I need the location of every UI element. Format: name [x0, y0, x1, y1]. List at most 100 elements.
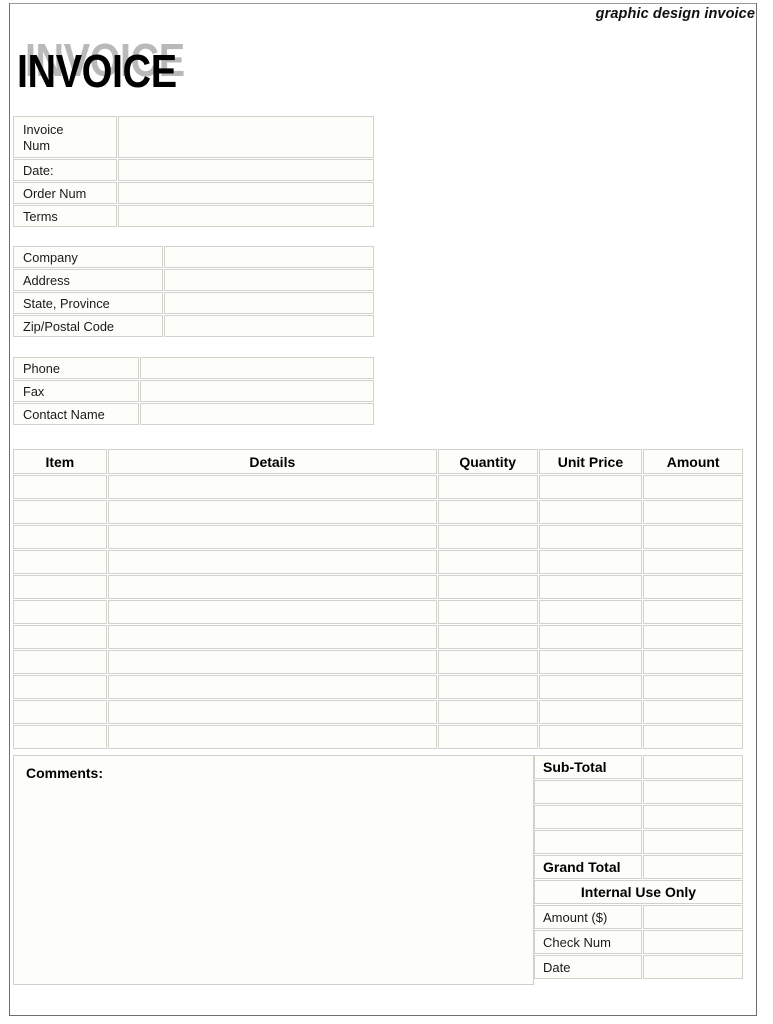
line-item-quantity-cell[interactable]: [437, 725, 538, 749]
line-item-amount-cell[interactable]: [643, 625, 744, 649]
line-item-amount-cell[interactable]: [643, 600, 744, 624]
line-item-unit-price-cell[interactable]: [538, 725, 643, 749]
line-item-amount-cell[interactable]: [643, 475, 744, 499]
line-item-quantity-cell[interactable]: [437, 650, 538, 674]
totals-row: Sub-Total: [534, 755, 744, 780]
line-item-unit-price-cell[interactable]: [538, 475, 643, 499]
line-item-details-cell[interactable]: [107, 650, 437, 674]
form-row: Contact Name: [13, 403, 375, 426]
line-item-item-cell[interactable]: [13, 550, 107, 574]
form-field-input[interactable]: [118, 182, 374, 204]
internal-use-label: Amount ($): [534, 905, 642, 929]
line-item-item-cell[interactable]: [13, 650, 107, 674]
totals-value-input[interactable]: [642, 780, 743, 804]
invoice-info-block: Invoice Num Date: Order Num Terms: [13, 116, 375, 228]
form-row: Company: [13, 246, 375, 269]
line-item-quantity-cell[interactable]: [437, 475, 538, 499]
form-field-label: Contact Name: [13, 403, 139, 425]
totals-value-input[interactable]: [642, 855, 743, 879]
line-item-unit-price-cell[interactable]: [538, 575, 643, 599]
line-item-item-cell[interactable]: [13, 700, 107, 724]
internal-use-value-input[interactable]: [642, 955, 743, 979]
line-item-amount-cell[interactable]: [643, 525, 744, 549]
totals-value-input[interactable]: [642, 755, 743, 779]
form-row: State, Province: [13, 292, 375, 315]
totals-block: Sub-Total Grand Total Internal Use Only Amo…: [534, 755, 744, 980]
totals-value-input[interactable]: [642, 805, 743, 829]
line-item-details-cell[interactable]: [107, 700, 437, 724]
form-field-input[interactable]: [164, 315, 374, 337]
line-item-unit-price-cell[interactable]: [538, 650, 643, 674]
totals-value-input[interactable]: [642, 830, 743, 854]
line-item-amount-cell[interactable]: [643, 550, 744, 574]
form-field-input[interactable]: [118, 205, 374, 227]
form-field-label: Date:: [13, 159, 117, 181]
line-item-details-cell[interactable]: [107, 525, 437, 549]
line-item-item-cell[interactable]: [13, 675, 107, 699]
internal-use-label: Date: [534, 955, 642, 979]
form-field-input[interactable]: [118, 159, 374, 181]
line-item-unit-price-cell[interactable]: [538, 700, 643, 724]
line-item-unit-price-cell[interactable]: [538, 675, 643, 699]
line-items-table: Item Details Quantity Unit Price Amount: [13, 449, 744, 750]
totals-label: [534, 780, 642, 804]
form-field-label: Invoice Num: [13, 116, 117, 158]
internal-use-value-input[interactable]: [642, 905, 743, 929]
line-item-details-cell[interactable]: [107, 475, 437, 499]
line-item-item-cell[interactable]: [13, 575, 107, 599]
line-item-amount-cell[interactable]: [643, 700, 744, 724]
line-item-quantity-cell[interactable]: [437, 625, 538, 649]
form-field-input[interactable]: [140, 380, 374, 402]
line-item-details-cell[interactable]: [107, 575, 437, 599]
internal-use-row: Date: [534, 955, 744, 980]
form-field-label: Address: [13, 269, 163, 291]
line-item-item-cell[interactable]: [13, 500, 107, 524]
line-item-unit-price-cell[interactable]: [538, 525, 643, 549]
line-item-quantity-cell[interactable]: [437, 575, 538, 599]
line-item-details-cell[interactable]: [107, 675, 437, 699]
internal-use-banner-row: Internal Use Only: [534, 880, 744, 905]
line-item-quantity-cell[interactable]: [437, 675, 538, 699]
column-header-amount: Amount: [643, 449, 744, 474]
form-field-input[interactable]: [164, 269, 374, 291]
totals-label: [534, 830, 642, 854]
form-field-input[interactable]: [140, 403, 374, 425]
comments-box[interactable]: Comments:: [13, 755, 534, 985]
line-item-amount-cell[interactable]: [643, 500, 744, 524]
line-item-unit-price-cell[interactable]: [538, 550, 643, 574]
internal-use-value-input[interactable]: [642, 930, 743, 954]
line-item-details-cell[interactable]: [107, 600, 437, 624]
line-items-header-row: Item Details Quantity Unit Price Amount: [13, 449, 744, 475]
line-item-item-cell[interactable]: [13, 525, 107, 549]
totals-label: Sub-Total: [534, 755, 642, 779]
line-item-quantity-cell[interactable]: [437, 700, 538, 724]
invoice-page: graphic design invoice INVOICE INVOICE I…: [0, 0, 773, 1024]
line-item-amount-cell[interactable]: [643, 650, 744, 674]
form-field-input[interactable]: [164, 246, 374, 268]
line-item-details-cell[interactable]: [107, 625, 437, 649]
line-item-amount-cell[interactable]: [643, 725, 744, 749]
form-field-input[interactable]: [140, 357, 374, 379]
line-item-quantity-cell[interactable]: [437, 525, 538, 549]
line-item-amount-cell[interactable]: [643, 675, 744, 699]
line-item-item-cell[interactable]: [13, 725, 107, 749]
line-item-amount-cell[interactable]: [643, 575, 744, 599]
line-item-quantity-cell[interactable]: [437, 550, 538, 574]
totals-row: [534, 805, 744, 830]
line-item-item-cell[interactable]: [13, 475, 107, 499]
form-row: Invoice Num: [13, 116, 375, 159]
line-item-unit-price-cell[interactable]: [538, 500, 643, 524]
billing-info-block: Company Address State, Province Zip/Postal …: [13, 246, 375, 338]
line-item-unit-price-cell[interactable]: [538, 625, 643, 649]
line-item-item-cell[interactable]: [13, 600, 107, 624]
form-field-input[interactable]: [164, 292, 374, 314]
line-item-quantity-cell[interactable]: [437, 500, 538, 524]
line-item-quantity-cell[interactable]: [437, 600, 538, 624]
form-field-input[interactable]: [118, 116, 374, 158]
line-item-details-cell[interactable]: [107, 725, 437, 749]
line-item-unit-price-cell[interactable]: [538, 600, 643, 624]
form-field-label: Fax: [13, 380, 139, 402]
line-item-item-cell[interactable]: [13, 625, 107, 649]
line-item-details-cell[interactable]: [107, 500, 437, 524]
line-item-details-cell[interactable]: [107, 550, 437, 574]
